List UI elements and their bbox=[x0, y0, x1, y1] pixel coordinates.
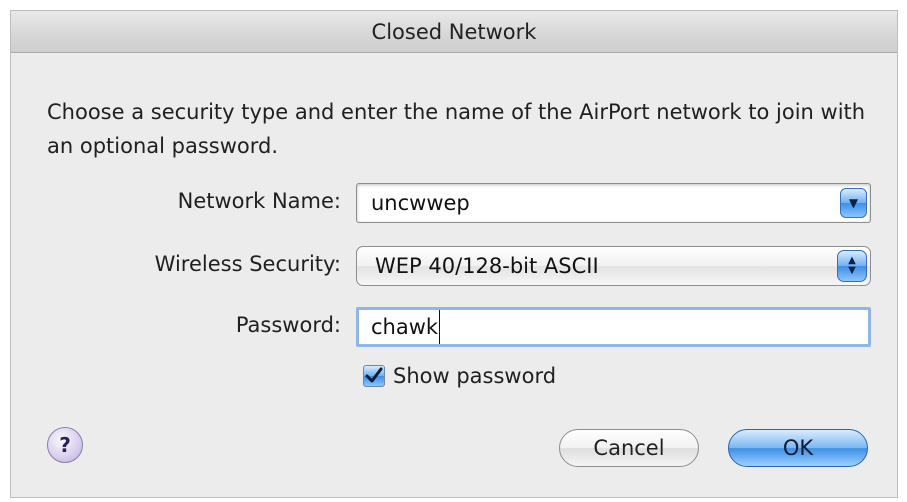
chevron-down-icon[interactable]: ▼ bbox=[840, 188, 867, 218]
password-value[interactable]: chawk bbox=[371, 310, 441, 344]
instructions-text: Choose a security type and enter the nam… bbox=[47, 100, 866, 158]
show-password-checkbox[interactable] bbox=[363, 365, 385, 387]
ok-button-label: OK bbox=[782, 436, 814, 460]
cancel-button-label: Cancel bbox=[593, 436, 665, 460]
network-name-combobox[interactable]: uncwwep ▼ bbox=[356, 183, 871, 223]
ok-button[interactable]: OK bbox=[728, 429, 868, 467]
password-field[interactable]: chawk bbox=[356, 307, 871, 347]
question-mark-icon: ? bbox=[59, 433, 71, 457]
show-password-row[interactable]: Show password bbox=[363, 361, 556, 391]
network-name-value[interactable]: uncwwep bbox=[371, 184, 470, 222]
checkmark-icon bbox=[365, 367, 383, 383]
dialog-title: Closed Network bbox=[371, 19, 537, 44]
network-name-label: Network Name: bbox=[177, 189, 341, 213]
up-down-arrows-icon[interactable]: ▲ ▼ bbox=[837, 250, 867, 282]
dialog-titlebar: Closed Network bbox=[11, 11, 897, 53]
wireless-security-value[interactable]: WEP 40/128-bit ASCII bbox=[375, 247, 599, 285]
cancel-button[interactable]: Cancel bbox=[559, 429, 699, 467]
help-button[interactable]: ? bbox=[47, 427, 83, 463]
wireless-security-label: Wireless Security: bbox=[154, 252, 341, 276]
closed-network-dialog: Closed Network Choose a security type an… bbox=[10, 10, 898, 498]
password-label: Password: bbox=[235, 313, 341, 337]
show-password-label[interactable]: Show password bbox=[393, 364, 556, 388]
wireless-security-popup[interactable]: WEP 40/128-bit ASCII ▲ ▼ bbox=[356, 246, 871, 286]
